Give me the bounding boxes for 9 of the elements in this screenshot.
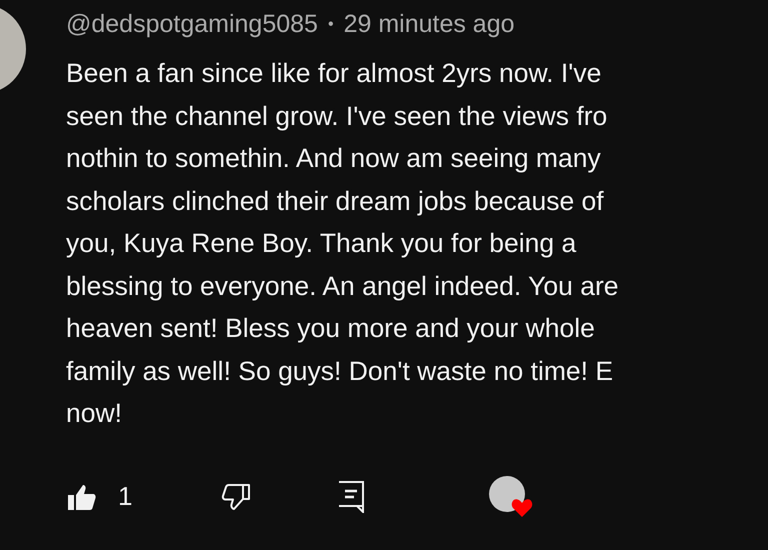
creator-avatar-placeholder bbox=[489, 476, 526, 512]
like-count: 1 bbox=[118, 480, 132, 513]
separator-dot: • bbox=[328, 15, 334, 35]
reply-comment-icon bbox=[338, 480, 364, 512]
thumbs-up-icon bbox=[67, 482, 97, 510]
author-name[interactable]: @dedspotgaming5085 bbox=[66, 6, 318, 44]
thumbs-down-icon bbox=[221, 482, 252, 510]
comment-time: 29 minutes ago bbox=[344, 9, 515, 40]
comment-text: Been a fan since like for almost 2yrs now. I've seen the channel grow. I've seen the views fro nothin to somethin. And now am seeing many scholars clinched their dream jobs because of you, Kuya Rene Boy. Thank you for being a blessing to everyone. An angel indeed. You are heaven sent! Bless you more and your whole family as well! So guys! Don't waste no time! E now! bbox=[66, 57, 619, 430]
